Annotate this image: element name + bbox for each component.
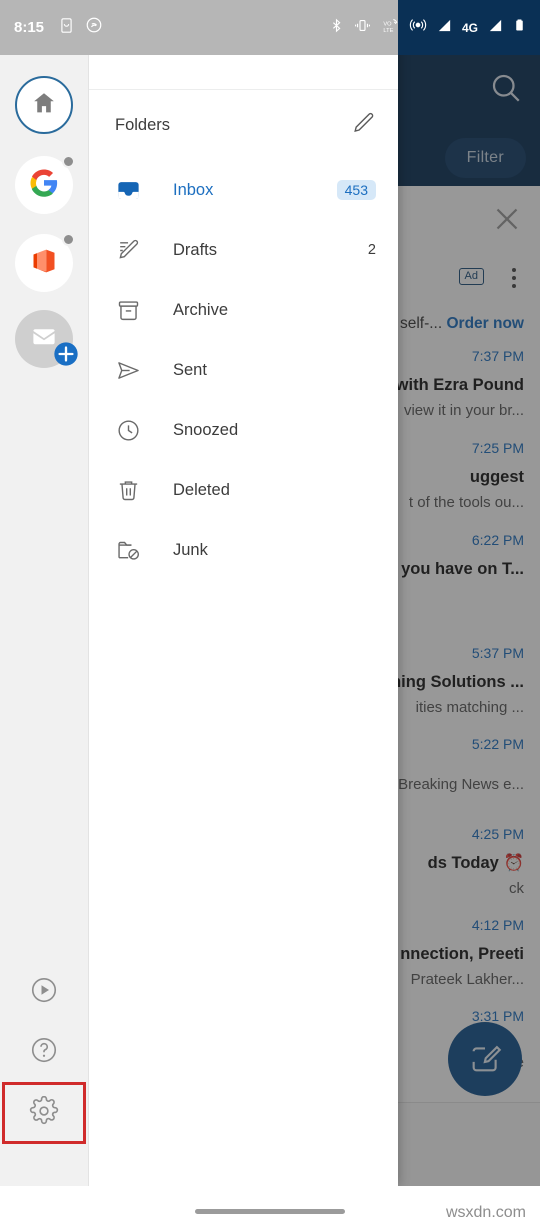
draft-count: 2	[367, 242, 376, 258]
sidebar-item-archive[interactable]: Archive	[89, 280, 398, 340]
sidebar-item-drafts[interactable]: Drafts 2	[89, 220, 398, 280]
vibrate-icon	[353, 17, 372, 39]
status-bar: 8:15 VO LTE 4G	[0, 0, 540, 55]
volte-icon: VO LTE	[381, 17, 400, 39]
sidebar-item-add-account[interactable]	[15, 310, 78, 368]
navigation-drawer: All Accounts Folders	[0, 0, 398, 1186]
svg-text:LTE: LTE	[383, 27, 393, 33]
sidebar-item-all-accounts[interactable]	[15, 76, 73, 134]
office-logo-icon	[30, 247, 58, 280]
status-badge	[62, 233, 75, 246]
shazam-icon	[85, 16, 103, 39]
sidebar-item-google-account[interactable]	[15, 155, 75, 214]
inbox-icon	[115, 177, 149, 204]
sidebar-item-inbox[interactable]: Inbox 453	[89, 160, 398, 220]
battery-icon	[513, 16, 526, 39]
sidebar-item-play[interactable]	[0, 962, 88, 1022]
sidebar-item-settings[interactable]	[2, 1082, 86, 1144]
sidebar-item-label: Snoozed	[173, 420, 239, 439]
google-logo-icon	[29, 168, 59, 203]
sidebar-item-sent[interactable]: Sent	[89, 340, 398, 400]
sidebar-item-label: Drafts	[173, 240, 218, 259]
folder-block-icon	[115, 537, 149, 564]
gesture-handle[interactable]	[195, 1209, 345, 1214]
sidebar-item-label: Archive	[173, 300, 229, 319]
bluetooth-icon	[329, 17, 344, 39]
unread-count-badge: 453	[336, 180, 376, 200]
watermark: wsxdn.com	[445, 1204, 526, 1221]
sidebar-item-label: Sent	[173, 360, 207, 379]
gear-icon	[29, 1095, 59, 1131]
svg-text:VO: VO	[383, 21, 392, 27]
sidebar-item-help[interactable]	[0, 1022, 88, 1082]
sidebar-item-snoozed[interactable]: Snoozed	[89, 400, 398, 460]
send-paperplane-icon	[115, 357, 149, 384]
folders-label: Folders	[115, 115, 171, 134]
home-icon	[30, 89, 58, 122]
status-badge	[62, 155, 75, 168]
folders-section-header: Folders	[89, 90, 398, 160]
account-rail	[0, 0, 89, 1186]
sidebar-item-office-account[interactable]	[15, 233, 75, 292]
folders-pane: All Accounts Folders	[89, 0, 398, 1186]
plus-badge-icon	[52, 340, 80, 373]
trash-icon	[115, 477, 149, 504]
play-circle-icon	[29, 975, 59, 1010]
question-circle-icon	[29, 1035, 59, 1070]
status-bar-clock: 8:15	[14, 19, 45, 36]
rail-bottom-actions	[0, 962, 88, 1186]
network-4g-label: 4G	[461, 20, 478, 35]
screen-root: Filter Ad self-... Order now 7:37 PM wit…	[0, 0, 540, 1230]
sidebar-item-label: Inbox	[173, 180, 214, 199]
archive-box-icon	[115, 297, 149, 324]
draft-pencil-icon	[115, 237, 149, 264]
hotspot-icon	[409, 16, 427, 39]
sidebar-item-junk[interactable]: Junk	[89, 520, 398, 580]
signal-sim1-icon	[436, 17, 453, 39]
clock-icon	[115, 417, 149, 444]
sim-toolkit-icon	[58, 17, 75, 39]
sidebar-item-deleted[interactable]: Deleted	[89, 460, 398, 520]
signal-sim2-icon	[487, 17, 504, 39]
sidebar-item-label: Deleted	[173, 480, 230, 499]
pencil-edit-icon[interactable]	[350, 110, 376, 141]
sidebar-item-label: Junk	[173, 540, 208, 559]
